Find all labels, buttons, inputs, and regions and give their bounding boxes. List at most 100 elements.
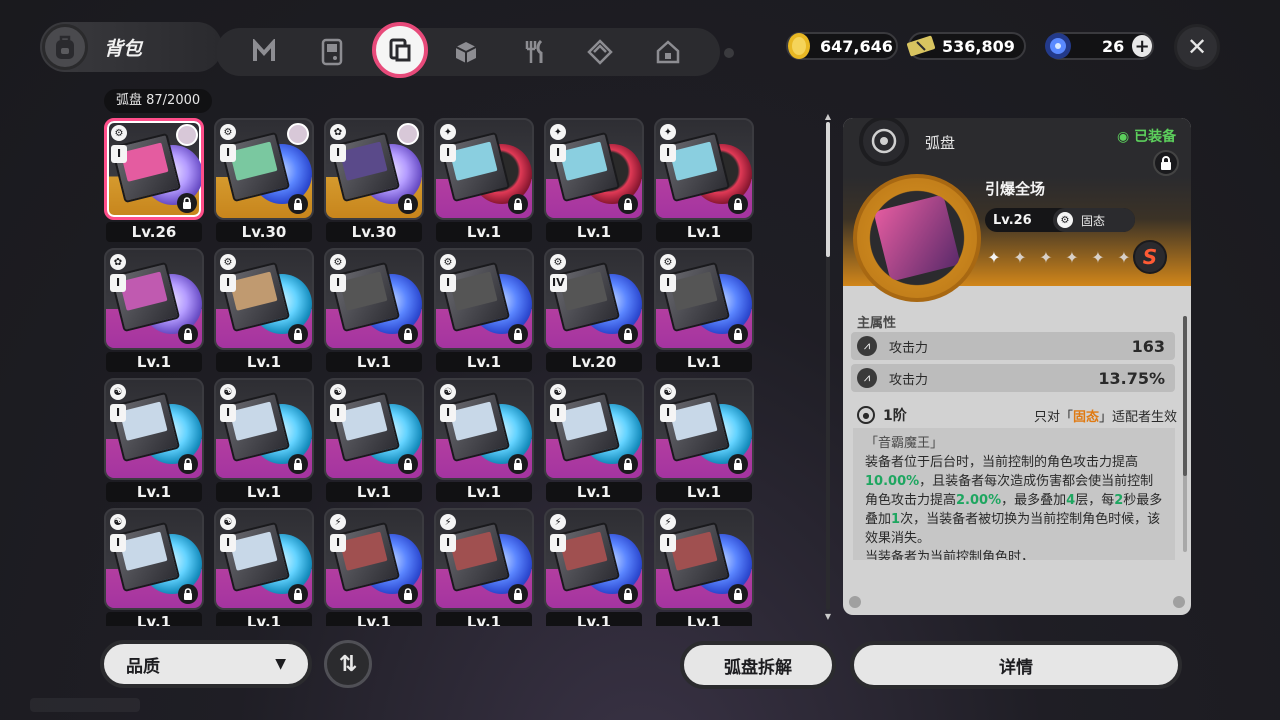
- tab-material[interactable]: [580, 32, 620, 72]
- disc-card[interactable]: ✦ I Lv.1: [654, 118, 754, 244]
- tab-disc[interactable]: [372, 22, 428, 78]
- rank-tag: I: [330, 534, 346, 552]
- lock-icon: [618, 324, 638, 344]
- disc-level: Lv.1: [656, 612, 752, 626]
- sort-icon: ⇅: [338, 651, 358, 677]
- lock-icon: [288, 584, 308, 604]
- detail-scrollbar-thumb[interactable]: [1183, 316, 1187, 476]
- lock-icon: [178, 454, 198, 474]
- attribute-icon: ☯: [110, 514, 126, 530]
- disc-card[interactable]: ☯ I Lv.1: [104, 378, 204, 504]
- sort-order-button[interactable]: ⇅: [324, 640, 372, 688]
- disc-card[interactable]: ⚙ I Lv.1: [214, 248, 314, 374]
- tabs-indicator-dot: [724, 48, 734, 58]
- rank-tag: I: [220, 144, 236, 162]
- disc-card[interactable]: ✿ I Lv.1: [104, 248, 204, 374]
- disc-cover-art: [229, 531, 278, 571]
- disc-cover-art: [449, 401, 498, 441]
- disc-card[interactable]: ⚡ I Lv.1: [434, 508, 534, 626]
- disc-card-frame: ⚡ I: [544, 508, 644, 610]
- rank-tag: I: [220, 404, 236, 422]
- disc-card[interactable]: ✿ I Lv.30: [324, 118, 424, 244]
- rank-tag: I: [220, 534, 236, 552]
- add-energy-button[interactable]: +: [1132, 35, 1152, 57]
- dismantle-button[interactable]: 弧盘拆解: [680, 641, 836, 689]
- disc-cover-art: [229, 401, 278, 441]
- attribute-icon: ☯: [220, 514, 236, 530]
- disc-card[interactable]: ⚡ I Lv.1: [654, 508, 754, 626]
- disc-card-frame: ⚙ I: [214, 118, 314, 220]
- disc-level: Lv.1: [106, 612, 202, 626]
- disc-card[interactable]: ⚙ I Lv.1: [654, 248, 754, 374]
- disc-card[interactable]: ⚙ I Lv.30: [214, 118, 314, 244]
- rank-tag: I: [660, 274, 676, 292]
- tab-drive[interactable]: [244, 32, 284, 72]
- disc-card[interactable]: ☯ I Lv.1: [544, 378, 644, 504]
- lock-icon: [728, 324, 748, 344]
- tab-box[interactable]: [446, 32, 486, 72]
- set-note-suffix: 」适配者生效: [1098, 409, 1177, 425]
- disc-art: [873, 194, 961, 282]
- disc-card[interactable]: ☯ I Lv.1: [324, 378, 424, 504]
- disc-card[interactable]: ⚙ IV Lv.20: [544, 248, 644, 374]
- tab-food[interactable]: [514, 32, 554, 72]
- disc-card[interactable]: ☯ I Lv.1: [654, 378, 754, 504]
- disc-card[interactable]: ⚙ I Lv.1: [434, 248, 534, 374]
- physical-attribute-icon: ⚙: [1057, 212, 1073, 228]
- level-attribute-pill: Lv.26 ⚙ 固态: [985, 208, 1135, 232]
- category-tabs: [216, 22, 720, 78]
- disc-cover-art: [559, 401, 608, 441]
- disc-card[interactable]: ✦ I Lv.1: [544, 118, 644, 244]
- attribute-icon: ☯: [110, 384, 126, 400]
- backpack-icon: [42, 24, 88, 70]
- tab-home[interactable]: [648, 32, 688, 72]
- lock-icon: [178, 584, 198, 604]
- attribute-icon: ⚡: [550, 514, 566, 530]
- lock-icon: [178, 324, 198, 344]
- disc-card[interactable]: ✦ I Lv.1: [434, 118, 534, 244]
- ticket-icon: [904, 29, 938, 63]
- rank-tag: I: [110, 404, 126, 422]
- detail-lock-button[interactable]: [1153, 150, 1179, 176]
- set-bonus-row: ● 1阶 只对「固态」适配者生效: [857, 405, 1177, 425]
- rank-tag: I: [440, 274, 456, 292]
- disc-card-frame: ⚡ I: [654, 508, 754, 610]
- rank-tag: I: [550, 144, 566, 162]
- attribute-icon: ☯: [550, 384, 566, 400]
- rank-tag: I: [110, 274, 126, 292]
- disc-cover-art: [559, 141, 608, 181]
- effect-title: 「音霸魔王」: [865, 436, 944, 451]
- disc-cover-art: [449, 531, 498, 571]
- disc-card[interactable]: ⚡ I Lv.1: [544, 508, 644, 626]
- details-label: 详情: [999, 657, 1033, 678]
- disc-card[interactable]: ⚙ I Lv.1: [324, 248, 424, 374]
- grid-scrollbar-thumb[interactable]: [826, 122, 830, 257]
- rank-tag: I: [440, 404, 456, 422]
- details-button[interactable]: 详情: [850, 641, 1182, 689]
- attack-icon: ⩘: [857, 368, 877, 388]
- disc-level: Lv.1: [436, 352, 532, 372]
- disc-card[interactable]: ☯ I Lv.1: [434, 378, 534, 504]
- attribute-icon: ✦: [660, 124, 676, 140]
- ticket-value: 536,809: [942, 36, 1015, 56]
- rank-tag: I: [330, 274, 346, 292]
- disc-level: Lv.1: [326, 352, 422, 372]
- tab-device[interactable]: [312, 32, 352, 72]
- disc-card[interactable]: ⚡ I Lv.1: [324, 508, 424, 626]
- gameboy-icon: [321, 38, 343, 66]
- disc-cover-art: [119, 531, 168, 571]
- disc-level: Lv.1: [216, 352, 312, 372]
- quality-filter-dropdown[interactable]: 品质 ▼: [100, 640, 312, 688]
- close-button[interactable]: ✕: [1174, 24, 1220, 70]
- effect-description: 「音霸魔王」 装备者位于后台时，当前控制的角色攻击力提高10.00%，且装备者每…: [853, 428, 1175, 560]
- disc-card[interactable]: ⚙ I Lv.26: [104, 118, 204, 244]
- disc-card[interactable]: ☯ I Lv.1: [214, 378, 314, 504]
- disc-card[interactable]: ☯ I Lv.1: [104, 508, 204, 626]
- lock-icon: [398, 194, 418, 214]
- cube-icon: [455, 42, 477, 63]
- disc-cover-art: [669, 141, 718, 181]
- disc-card[interactable]: ☯ I Lv.1: [214, 508, 314, 626]
- disc-level: Lv.1: [546, 222, 642, 242]
- attribute-icon: ⚙: [660, 254, 676, 270]
- equipped-label: 已装备: [1134, 129, 1177, 145]
